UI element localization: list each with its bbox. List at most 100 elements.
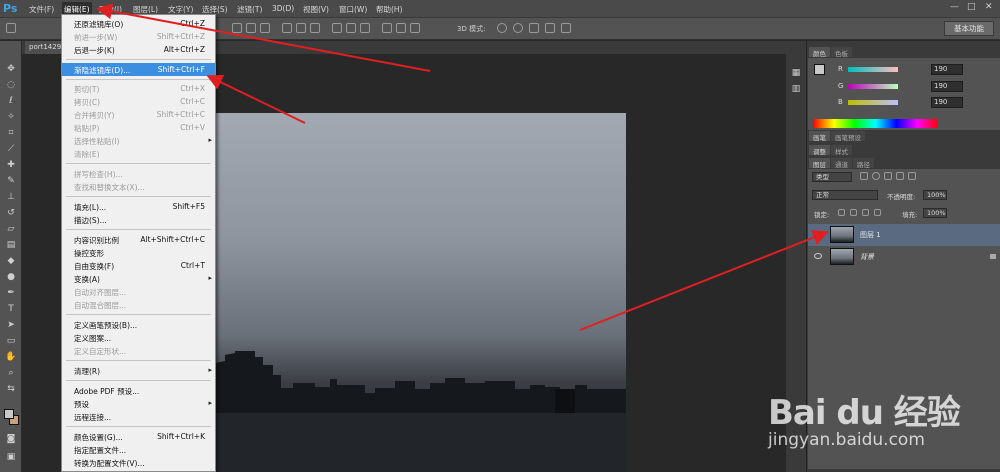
tab-paths[interactable]: 路径	[853, 158, 874, 169]
color-panel-fg-swatch[interactable]	[814, 64, 825, 75]
layer-filter-select[interactable]: 类型	[812, 172, 852, 182]
menu-item-presets[interactable]: 预设 ▸	[62, 397, 215, 410]
distribute-right-icon[interactable]	[410, 23, 420, 33]
history-panel-icon[interactable]: ▦	[789, 67, 803, 79]
align-top-icon[interactable]	[232, 23, 242, 33]
menu-window[interactable]: 窗口(W)	[339, 4, 367, 15]
align-center-icon[interactable]	[296, 23, 306, 33]
menu-item-define-pattern[interactable]: 定义图案...	[62, 331, 215, 344]
filter-shape-icon[interactable]	[896, 172, 904, 180]
menu-3d[interactable]: 3D(D)	[272, 4, 294, 13]
menu-item-clear[interactable]: 清除(E)	[62, 147, 215, 160]
align-right-icon[interactable]	[310, 23, 320, 33]
move-tool-icon[interactable]: ✥	[4, 63, 18, 75]
filter-pixel-icon[interactable]	[860, 172, 868, 180]
opacity-input[interactable]: 100%	[923, 190, 947, 200]
scale-3d-icon[interactable]	[561, 23, 571, 33]
menu-item-adobe-pdf-presets[interactable]: Adobe PDF 预设...	[62, 384, 215, 397]
layer-name[interactable]: 背景	[860, 252, 874, 262]
align-left-icon[interactable]	[282, 23, 292, 33]
align-bottom-icon[interactable]	[260, 23, 270, 33]
menu-item-content-aware-scale[interactable]: 内容识别比例 Alt+Shift+Ctrl+C	[62, 233, 215, 246]
menu-item-puppet-warp[interactable]: 操控变形	[62, 246, 215, 259]
type-tool-icon[interactable]: T	[4, 303, 18, 315]
r-value[interactable]: 190	[931, 64, 963, 75]
properties-panel-icon[interactable]: ▥	[789, 83, 803, 95]
filter-type-icon[interactable]	[884, 172, 892, 180]
eraser-tool-icon[interactable]: ▱	[4, 223, 18, 235]
tab-styles[interactable]: 样式	[831, 145, 852, 156]
menu-item-paste-special[interactable]: 选择性粘贴(I) ▸	[62, 134, 215, 147]
swap-colors-icon[interactable]: ⇆	[4, 383, 18, 395]
menu-item-define-brush[interactable]: 定义画笔预设(B)...	[62, 318, 215, 331]
menu-filter[interactable]: 滤镜(T)	[237, 4, 262, 15]
foreground-color-swatch[interactable]	[4, 409, 14, 419]
tab-color[interactable]: 颜色	[809, 47, 830, 58]
fill-input[interactable]: 100%	[923, 208, 947, 218]
menu-item-purge[interactable]: 清理(R) ▸	[62, 364, 215, 377]
screen-mode-icon[interactable]: ▣	[4, 451, 18, 463]
visibility-eye-icon[interactable]	[814, 253, 822, 259]
minimize-button[interactable]: —	[950, 2, 959, 12]
menu-item-assign-profile[interactable]: 指定配置文件...	[62, 443, 215, 456]
pen-tool-icon[interactable]: ✒	[4, 287, 18, 299]
lock-transparency-icon[interactable]	[838, 209, 845, 216]
brush-tool-icon[interactable]: ✎	[4, 175, 18, 187]
blend-mode-select[interactable]: 正常	[812, 190, 878, 200]
menu-item-auto-blend-layers[interactable]: 自动混合图层...	[62, 298, 215, 311]
menu-item-undo-filter-gallery[interactable]: 还原滤镜库(O) Ctrl+Z	[62, 17, 215, 30]
blur-tool-icon[interactable]: ◆	[4, 255, 18, 267]
maximize-button[interactable]: □	[967, 2, 976, 12]
shape-tool-icon[interactable]: ▭	[4, 335, 18, 347]
tab-layers[interactable]: 图层	[809, 158, 830, 169]
move-tool-preset-icon[interactable]	[6, 23, 16, 33]
menu-view[interactable]: 视图(V)	[303, 4, 329, 15]
lock-all-icon[interactable]	[874, 209, 881, 216]
visibility-eye-icon[interactable]	[814, 231, 822, 237]
filter-smart-object-icon[interactable]	[908, 172, 916, 180]
rotate-3d-icon[interactable]	[497, 23, 507, 33]
menu-item-find-replace[interactable]: 查找和替换文本(X)...	[62, 180, 215, 193]
dodge-tool-icon[interactable]: ●	[4, 271, 18, 283]
hand-tool-icon[interactable]: ✋	[4, 351, 18, 363]
zoom-tool-icon[interactable]: ⌕	[4, 367, 18, 379]
r-slider[interactable]	[848, 67, 898, 72]
lock-position-icon[interactable]	[862, 209, 869, 216]
tab-brush[interactable]: 画笔	[809, 131, 830, 142]
tab-adjustments[interactable]: 调整	[809, 145, 830, 156]
menu-item-copy[interactable]: 拷贝(C) Ctrl+C	[62, 95, 215, 108]
menu-item-remote-connections[interactable]: 远程连接...	[62, 410, 215, 423]
workspace-button[interactable]: 基本功能	[944, 21, 994, 36]
lasso-tool-icon[interactable]: ℓ	[4, 95, 18, 107]
eyedropper-tool-icon[interactable]: ⟋	[4, 143, 18, 155]
clone-stamp-tool-icon[interactable]: ⊥	[4, 191, 18, 203]
menu-item-cut[interactable]: 剪切(T) Ctrl+X	[62, 82, 215, 95]
menu-item-spell-check[interactable]: 拼写检查(H)...	[62, 167, 215, 180]
align-middle-icon[interactable]	[246, 23, 256, 33]
menu-item-copy-merged[interactable]: 合并拷贝(Y) Shift+Ctrl+C	[62, 108, 215, 121]
g-slider[interactable]	[848, 84, 898, 89]
b-slider[interactable]	[848, 100, 898, 105]
g-value[interactable]: 190	[931, 81, 963, 92]
menu-item-step-backward[interactable]: 后退一步(K) Alt+Ctrl+Z	[62, 43, 215, 56]
canvas-image[interactable]	[215, 113, 626, 472]
gradient-tool-icon[interactable]: ▤	[4, 239, 18, 251]
menu-file[interactable]: 文件(F)	[29, 4, 54, 15]
menu-item-fill[interactable]: 填充(L)... Shift+F5	[62, 200, 215, 213]
color-spectrum-bar[interactable]	[813, 119, 938, 128]
distribute-left-icon[interactable]	[382, 23, 392, 33]
b-value[interactable]: 190	[931, 97, 963, 108]
menu-item-paste[interactable]: 粘贴(P) Ctrl+V	[62, 121, 215, 134]
layer-row-background[interactable]: 背景	[808, 246, 1000, 268]
healing-brush-tool-icon[interactable]: ✚	[4, 159, 18, 171]
menu-item-stroke[interactable]: 描边(S)...	[62, 213, 215, 226]
filter-adjustment-icon[interactable]	[872, 172, 880, 180]
quick-mask-icon[interactable]: ◙	[4, 433, 18, 445]
distribute-top-icon[interactable]	[332, 23, 342, 33]
drag-3d-icon[interactable]	[529, 23, 539, 33]
tab-brush-presets[interactable]: 画笔预设	[831, 131, 865, 142]
distribute-bottom-icon[interactable]	[360, 23, 370, 33]
path-selection-tool-icon[interactable]: ➤	[4, 319, 18, 331]
tab-swatches[interactable]: 色板	[831, 47, 852, 58]
menu-item-transform[interactable]: 变换(A) ▸	[62, 272, 215, 285]
